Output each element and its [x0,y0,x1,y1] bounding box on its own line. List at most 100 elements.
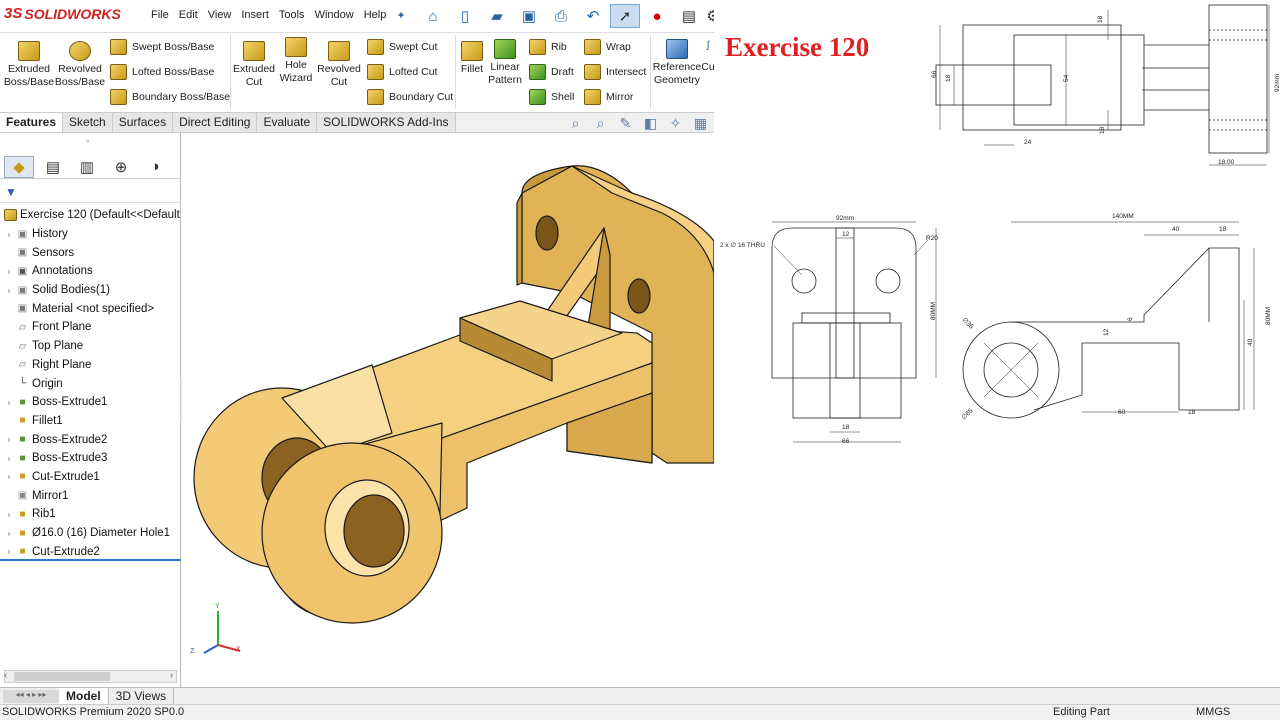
rib-button[interactable]: Rib [529,39,567,55]
pin-icon[interactable]: ✦ [391,9,410,22]
save-icon[interactable]: ▣ [514,4,544,28]
menu-window[interactable]: Window [310,9,359,22]
wrap-button[interactable]: Wrap [584,39,631,55]
display-manager-tab-icon[interactable]: ◑ [140,156,170,178]
draft-button[interactable]: Draft [529,64,574,80]
filter-icon[interactable]: ▼ [5,185,17,199]
reference-geometry-button[interactable]: Reference Geometry [652,39,702,86]
tree-item[interactable]: › ▣ Solid Bodies(1) [0,281,181,300]
select-icon[interactable]: ➚ [610,4,640,28]
linear-pattern-button[interactable]: Linear Pattern [487,39,523,86]
tree-item[interactable]: ▱ Top Plane [0,337,181,356]
tree-item[interactable]: ■ Fillet1 [0,412,181,431]
tree-item[interactable]: › ■ Boss-Extrude2 [0,430,181,449]
home-icon[interactable]: ⌂ [418,4,448,28]
tree-item[interactable]: ▣ Material <not specified> [0,299,181,318]
tree-item[interactable]: ▱ Front Plane [0,318,181,337]
expand-arrow-icon[interactable]: › [4,398,14,407]
lofted-boss-button[interactable]: Lofted Boss/Base [110,64,214,80]
tab-model[interactable]: Model [59,688,109,704]
hole-wizard-button[interactable]: Hole Wizard [276,37,316,84]
hole-wizard-icon [285,37,307,57]
expand-arrow-icon[interactable]: › [4,529,14,538]
tree-item[interactable]: ▣ Sensors [0,243,181,262]
tab-features[interactable]: Features [0,113,64,132]
lofted-cut-button[interactable]: Lofted Cut [367,64,437,80]
property-manager-tab-icon[interactable]: ▤ [38,156,68,178]
extruded-boss-button[interactable]: Extruded Boss/Base [4,41,54,88]
tree-item[interactable]: › ■ Rib1 [0,505,181,524]
print-icon[interactable]: ⎙ [546,4,576,28]
zoom-to-fit-icon[interactable]: ⌕ [566,115,585,134]
open-icon[interactable]: ▰ [482,4,512,28]
tab-evaluate[interactable]: Evaluate [257,113,318,132]
menu-edit[interactable]: Edit [174,9,203,22]
intersect-button[interactable]: Intersect [584,64,646,80]
new-document-icon[interactable]: ▯ [450,4,480,28]
scroll-left-icon[interactable]: ‹ [4,670,7,680]
tree-item[interactable]: › ■ Boss-Extrude1 [0,393,181,412]
status-units[interactable]: MMGS [1196,706,1230,718]
tab-direct-editing[interactable]: Direct Editing [173,113,258,132]
tree-item[interactable]: └ Origin [0,374,181,393]
rollback-bar[interactable] [0,559,181,561]
extruded-cut-button[interactable]: Extruded Cut [232,41,276,88]
menu-insert[interactable]: Insert [236,9,274,22]
expand-arrow-icon[interactable]: › [4,230,14,239]
boundary-cut-button[interactable]: Boundary Cut [367,89,453,105]
swept-boss-button[interactable]: Swept Boss/Base [110,39,214,55]
shell-button[interactable]: Shell [529,89,574,105]
feature-manager-tab-icon[interactable]: ◆ [4,155,34,178]
tree-root-part[interactable]: Exercise 120 (Default<<Default [0,206,181,225]
3d-model[interactable]: Y X Z [182,133,715,687]
graphics-area[interactable]: Y X Z [182,133,715,687]
scrollbar-thumb[interactable] [14,672,110,681]
revolved-boss-button[interactable]: Revolved Boss/Base [55,41,105,88]
expand-arrow-icon[interactable]: › [4,547,14,556]
expand-arrow-icon[interactable]: › [4,267,14,276]
section-view-icon[interactable]: ◧ [641,115,660,134]
dim-side-40b: 40 [1247,338,1254,346]
expand-arrow-icon[interactable]: › [4,435,14,444]
expand-arrow-icon[interactable]: › [4,286,14,295]
tree-item[interactable]: › ■ Ø16.0 (16) Diameter Hole1 [0,524,181,543]
expand-arrow-icon[interactable]: › [4,510,14,519]
menu-view[interactable]: View [203,9,237,22]
dynamic-annotation-icon[interactable]: ✧ [666,115,685,134]
tab-surfaces[interactable]: Surfaces [112,113,174,132]
configuration-manager-tab-icon[interactable]: ▥ [72,156,102,178]
mirror-button[interactable]: Mirror [584,89,633,105]
menu-file[interactable]: File [146,9,174,22]
expand-arrow-icon[interactable]: › [4,454,14,463]
tree-item[interactable]: › ■ Cut-Extrude1 [0,468,181,487]
fillet-button[interactable]: Fillet [457,41,487,76]
scroll-right-icon[interactable]: › [170,670,173,680]
menu-tools[interactable]: Tools [274,9,310,22]
tree-item[interactable]: › ▣ Annotations [0,262,181,281]
tree-item[interactable]: › ▣ History [0,225,181,244]
tab-sketch[interactable]: Sketch [63,113,113,132]
view-orientation-icon[interactable]: ▦ [691,115,710,134]
swept-cut-button[interactable]: Swept Cut [367,39,437,55]
tab-navigation-arrows-icon[interactable]: ◂◂ ◂ ▸ ▸▸ [3,689,59,703]
solidworks-logo[interactable]: 3S SOLIDWORKS [4,5,121,22]
tree-item[interactable]: ▣ Mirror1 [0,486,181,505]
tab-3d-views[interactable]: 3D Views [109,688,175,704]
tree-item[interactable]: ▱ Right Plane [0,356,181,375]
tab-addins[interactable]: SOLIDWORKS Add-Ins [317,113,456,132]
tree-item[interactable]: › ■ Boss-Extrude3 [0,449,181,468]
previous-view-icon[interactable]: ✎ [616,115,635,134]
expand-arrow-icon[interactable]: › [4,472,14,481]
boundary-boss-button[interactable]: Boundary Boss/Base [110,89,230,105]
dimxpert-tab-icon[interactable]: ⊕ [106,156,136,178]
menu-help[interactable]: Help [359,9,392,22]
top-view-arm [935,64,1052,106]
curves-button[interactable]: ʃ Cu [702,39,714,74]
revolved-cut-button[interactable]: Revolved Cut [316,41,362,88]
file-properties-icon[interactable]: ▤ [674,4,704,28]
undo-icon[interactable]: ↶ [578,4,608,28]
panel-grip-icon[interactable]: ° [86,139,89,148]
tree-item-label: Cut-Extrude2 [32,545,100,558]
zoom-to-area-icon[interactable]: ⌕ [591,115,610,134]
rebuild-icon[interactable]: ● [642,4,672,28]
